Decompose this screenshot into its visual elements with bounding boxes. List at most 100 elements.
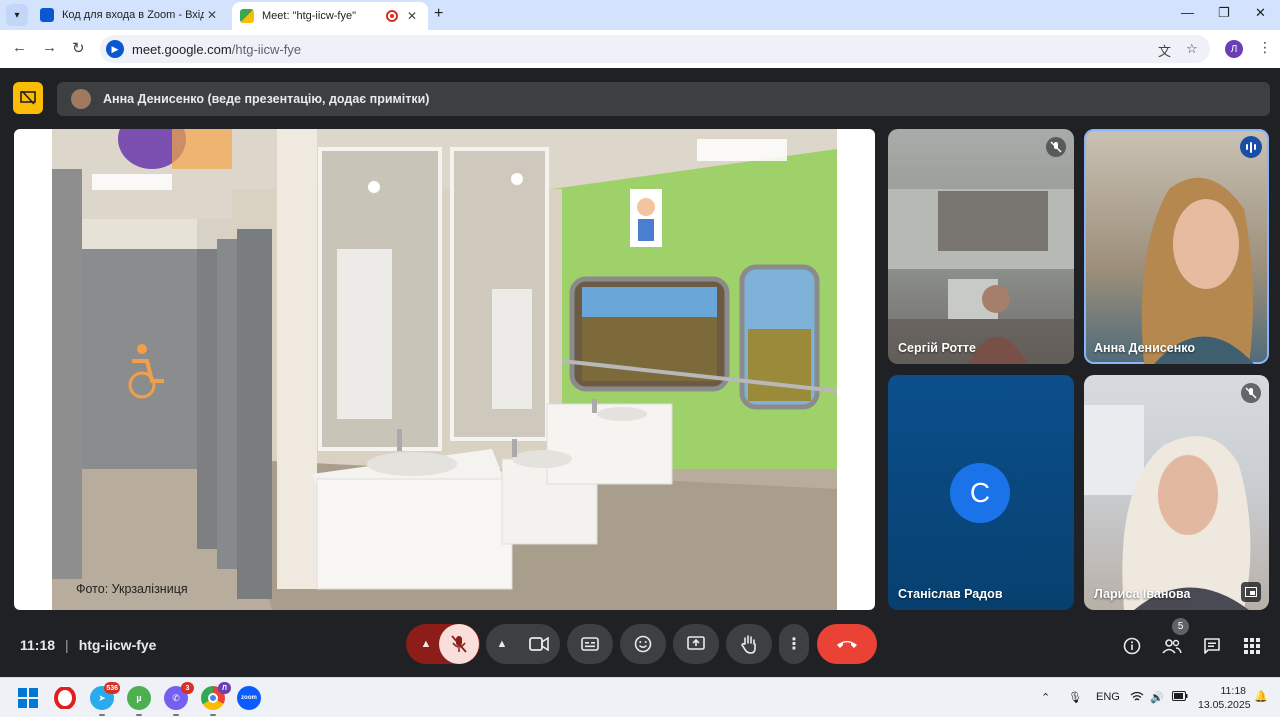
address-bar[interactable]: ▶ meet.google.com/htg-iicw-fye bbox=[100, 35, 1210, 63]
more-options-button[interactable]: ⋮ bbox=[779, 624, 809, 664]
participant-video-illustration bbox=[888, 189, 1074, 364]
close-tab-icon[interactable]: ✕ bbox=[204, 8, 220, 22]
photo-caption: Фото: Укрзалізниця bbox=[76, 582, 188, 596]
browser-tab-strip: ▾ Код для входа в Zoom - Вхідні ✕ Meet: … bbox=[0, 0, 1280, 30]
site-info-icon[interactable]: ▶ bbox=[106, 40, 124, 58]
participant-name: Лариса Іванова bbox=[1094, 587, 1191, 601]
browser-tab-meet[interactable]: Meet: "htg-iicw-fye" ✕ bbox=[232, 2, 428, 30]
mic-off-icon bbox=[1050, 141, 1062, 153]
activities-button[interactable] bbox=[1240, 634, 1264, 658]
mail-favicon-icon bbox=[40, 8, 54, 22]
tab-search-button[interactable]: ▾ bbox=[6, 4, 28, 26]
chat-button[interactable] bbox=[1200, 634, 1224, 658]
viber-icon: ✆ bbox=[172, 692, 180, 703]
presentation-badge[interactable] bbox=[13, 82, 43, 114]
meeting-details-button[interactable] bbox=[1120, 634, 1144, 658]
speaking-indicator bbox=[1240, 136, 1262, 158]
participant-tile-stanislav[interactable]: C Станіслав Радов bbox=[888, 375, 1074, 610]
reactions-button[interactable] bbox=[620, 624, 666, 664]
raise-hand-button[interactable] bbox=[726, 624, 772, 664]
translate-icon[interactable]: 文 bbox=[1158, 41, 1171, 60]
leave-call-button[interactable] bbox=[817, 624, 877, 664]
meeting-controls-bar: 11:18 | htg-iicw-fye ▲ ▲ ⋮ 5 bbox=[0, 618, 1280, 677]
recording-icon bbox=[386, 10, 398, 22]
participant-name: Станіслав Радов bbox=[898, 587, 1003, 601]
tile-options-button[interactable] bbox=[1241, 582, 1261, 602]
present-screen-icon bbox=[687, 636, 705, 650]
chevron-up-icon: ▲ bbox=[496, 638, 508, 650]
bookmark-star-icon[interactable]: ☆ bbox=[1186, 41, 1198, 57]
microphone-tray-icon[interactable]: 🎙 bbox=[1068, 691, 1082, 704]
utorrent-app[interactable]: µ bbox=[127, 686, 151, 716]
viber-app[interactable]: ✆ 3 bbox=[164, 682, 194, 716]
telegram-app[interactable]: ➤ 536 bbox=[90, 682, 120, 716]
notifications-bell-icon[interactable]: 🔔 bbox=[1254, 690, 1268, 703]
system-clock[interactable]: 11:18 13.05.2025 bbox=[1198, 684, 1251, 712]
restroom-photo-illustration bbox=[52, 129, 837, 610]
windows-logo-icon bbox=[18, 688, 38, 708]
profile-badge: Л bbox=[218, 682, 231, 694]
notification-badge: 3 bbox=[181, 682, 194, 694]
maximize-button[interactable]: ❐ bbox=[1218, 5, 1230, 21]
captions-icon bbox=[581, 637, 599, 651]
microphone-toggle-button[interactable] bbox=[439, 624, 479, 664]
back-arrow-icon[interactable]: ← bbox=[12, 39, 27, 56]
participant-video-illustration bbox=[1084, 405, 1251, 610]
new-tab-button[interactable]: + bbox=[434, 5, 443, 23]
wifi-icon[interactable] bbox=[1130, 691, 1144, 705]
mic-off-indicator bbox=[1046, 137, 1066, 157]
pin-frame-icon bbox=[1245, 587, 1257, 597]
language-indicator[interactable]: ENG bbox=[1096, 691, 1120, 703]
info-separator: | bbox=[65, 637, 69, 653]
info-icon bbox=[1123, 637, 1141, 655]
participant-tile-larysa[interactable]: Лариса Іванова bbox=[1084, 375, 1269, 610]
minimize-button[interactable]: — bbox=[1181, 5, 1194, 20]
hang-up-icon bbox=[837, 641, 857, 648]
chrome-app[interactable]: Л bbox=[201, 682, 231, 716]
grid-apps-icon bbox=[1244, 638, 1260, 654]
url-path: /htg-iicw-fye bbox=[231, 41, 302, 57]
stop-presenting-icon bbox=[20, 91, 36, 105]
presenter-label: Анна Денисенко (веде презентацію, додає … bbox=[103, 92, 430, 106]
show-hidden-icons-button[interactable]: ⌃ bbox=[1041, 691, 1050, 704]
mic-off-icon bbox=[451, 635, 467, 653]
meet-favicon-icon bbox=[240, 9, 254, 23]
people-icon bbox=[1162, 639, 1182, 654]
participant-name: Сергій Ротте bbox=[898, 341, 976, 355]
zoom-icon: zoom bbox=[241, 695, 257, 701]
zoom-app[interactable]: zoom bbox=[237, 686, 261, 710]
present-screen-button[interactable] bbox=[673, 624, 719, 664]
clock-time: 11:18 bbox=[1220, 685, 1247, 697]
mic-off-icon bbox=[1245, 387, 1257, 399]
tab-title: Код для входа в Zoom - Вхідні bbox=[62, 9, 204, 21]
mic-off-indicator bbox=[1241, 383, 1261, 403]
more-vert-icon: ⋮ bbox=[786, 636, 802, 653]
running-indicator bbox=[173, 714, 179, 716]
shared-screen: Фото: Укрзалізниця bbox=[14, 129, 875, 610]
opera-icon bbox=[54, 687, 76, 709]
captions-button[interactable] bbox=[567, 624, 613, 664]
windows-taskbar: ➤ 536 µ ✆ 3 Л zoom ⌃ 🎙 ENG 🔊 11:18 13.05… bbox=[0, 677, 1280, 717]
participant-tile-serhii[interactable]: Сергій Ротте bbox=[888, 129, 1074, 364]
browser-menu-icon[interactable]: ⋮ bbox=[1258, 39, 1272, 56]
chat-icon bbox=[1204, 638, 1220, 654]
emoji-icon bbox=[634, 635, 652, 653]
presentation-photo bbox=[52, 129, 837, 610]
volume-icon[interactable]: 🔊 bbox=[1150, 691, 1164, 704]
chevron-down-icon: ▾ bbox=[14, 9, 20, 21]
close-window-button[interactable]: ✕ bbox=[1255, 5, 1266, 21]
opera-app[interactable] bbox=[53, 686, 77, 710]
windows-start-button[interactable] bbox=[16, 686, 40, 710]
meeting-info: 11:18 | htg-iicw-fye bbox=[20, 637, 156, 653]
browser-tab-zoom-code[interactable]: Код для входа в Zoom - Вхідні ✕ bbox=[32, 2, 228, 28]
forward-arrow-icon[interactable]: → bbox=[42, 39, 57, 56]
battery-icon[interactable] bbox=[1172, 691, 1188, 704]
participant-video-illustration bbox=[1141, 177, 1254, 364]
participant-tile-anna[interactable]: Анна Денисенко bbox=[1084, 129, 1269, 364]
people-button[interactable] bbox=[1160, 634, 1184, 658]
video-options-button[interactable]: ▲ bbox=[486, 624, 560, 664]
reload-icon[interactable]: ↻ bbox=[72, 39, 85, 57]
url-host: meet.google.com bbox=[132, 41, 232, 57]
close-tab-icon[interactable]: ✕ bbox=[404, 9, 420, 23]
profile-avatar[interactable]: Л bbox=[1225, 40, 1243, 58]
